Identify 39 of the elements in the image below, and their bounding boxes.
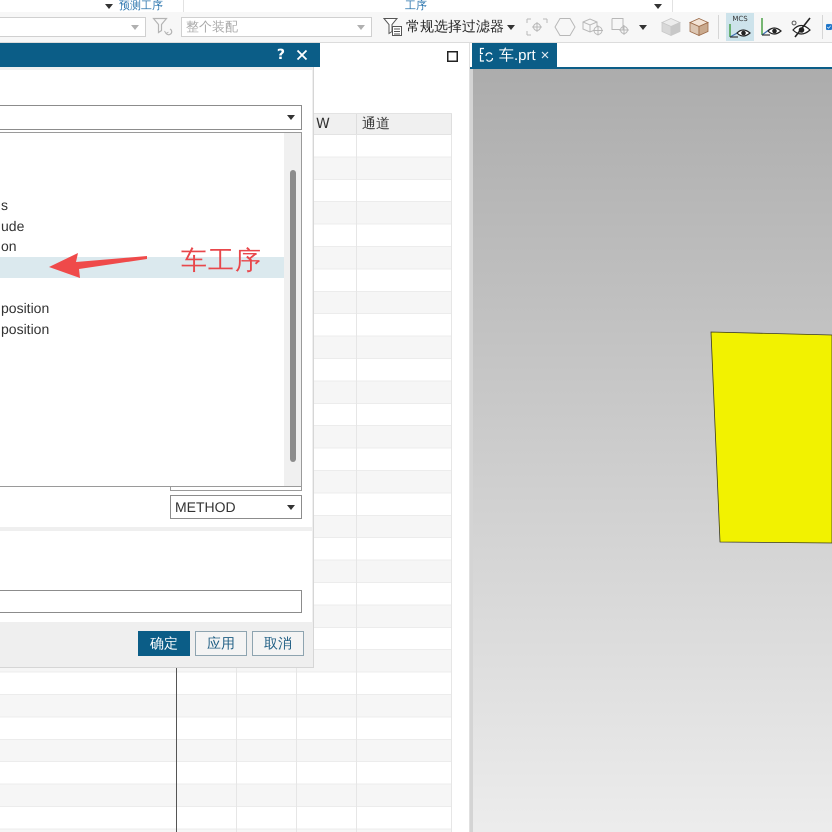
part-face[interactable]: [710, 332, 832, 544]
maximize-icon[interactable]: [447, 51, 458, 62]
sync-icon: [478, 47, 494, 63]
ribbon-group-label: 预测工序: [119, 0, 163, 12]
cube-icon[interactable]: [687, 17, 711, 37]
annotation-label: 车工序: [181, 245, 262, 277]
axes-eye-icon: [728, 22, 752, 38]
list-item[interactable]: s: [0, 195, 284, 216]
file-tab[interactable]: 车.prt: [472, 43, 557, 67]
list-item[interactable]: position: [0, 319, 284, 340]
selection-filter-button[interactable]: 常规选择过滤器: [381, 15, 517, 39]
filter-icon[interactable]: [152, 17, 174, 37]
caret-icon: [287, 115, 295, 120]
caret-icon: [639, 24, 647, 30]
axes-eye-icon: [759, 16, 783, 38]
caret-icon: [105, 4, 113, 8]
dialog-button[interactable]: 取消: [252, 631, 304, 656]
method-dropdown[interactable]: METHOD: [170, 495, 302, 519]
dropdown-field[interactable]: [0, 105, 302, 130]
caret-icon: [357, 24, 365, 30]
filter-list-icon: [383, 17, 403, 37]
caret-icon: [654, 4, 662, 8]
input-field[interactable]: [170, 487, 302, 491]
ribbon-group-label: 工序: [405, 0, 427, 12]
text-field[interactable]: [0, 590, 302, 613]
close-icon[interactable]: [540, 51, 549, 59]
scrollbar-thumb[interactable]: [290, 170, 296, 462]
column-header[interactable]: W: [316, 116, 330, 132]
list-item[interactable]: position: [0, 298, 284, 320]
caret-icon: [507, 24, 515, 30]
scrollbar-track[interactable]: [284, 133, 301, 486]
dialog-button[interactable]: 确定: [138, 631, 190, 656]
graphics-viewport[interactable]: [470, 69, 832, 832]
caret-icon: [131, 24, 139, 30]
dialog-button[interactable]: 应用: [195, 631, 247, 656]
caret-icon: [287, 504, 295, 510]
help-button[interactable]: ?: [276, 47, 285, 63]
column-header[interactable]: 通道: [362, 116, 390, 132]
list-item[interactable]: ude: [0, 216, 284, 236]
